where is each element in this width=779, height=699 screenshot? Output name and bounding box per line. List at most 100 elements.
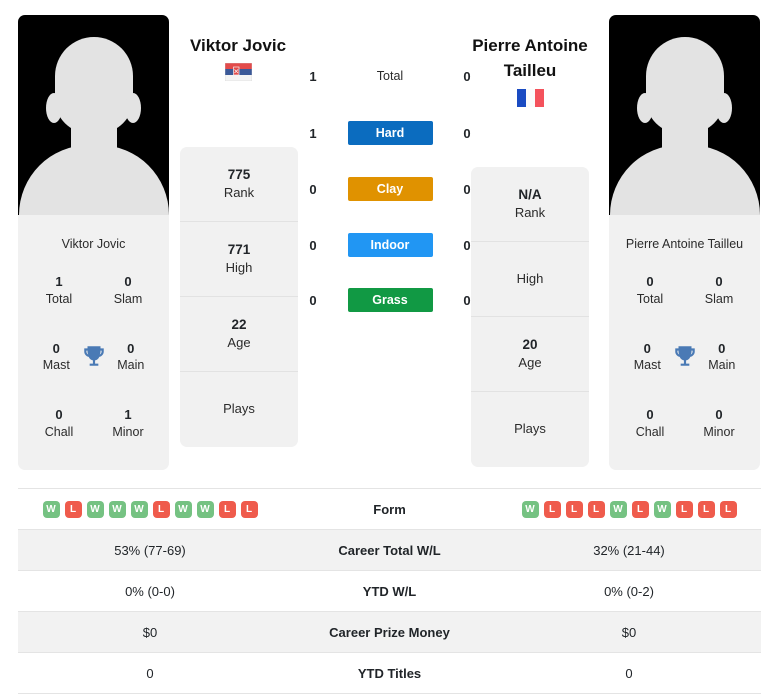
titles-row-total-slam-left: 1 Total 0 Slam bbox=[18, 273, 169, 307]
avatar-ear-left-icon bbox=[46, 93, 62, 123]
table-row: 0 YTD Titles 0 bbox=[18, 653, 761, 694]
table-row: $0 Career Prize Money $0 bbox=[18, 612, 761, 653]
form-badge-loss[interactable]: L bbox=[631, 500, 649, 518]
age-value-right: 20 bbox=[522, 337, 538, 353]
form-badge-loss[interactable]: L bbox=[719, 500, 737, 518]
form-badge-win[interactable]: W bbox=[609, 500, 627, 518]
table-row: 0% (0-0) YTD W/L 0% (0-2) bbox=[18, 571, 761, 612]
surface-bar-indoor[interactable]: Indoor bbox=[347, 233, 433, 257]
form-badge-loss[interactable]: L bbox=[64, 500, 82, 518]
stat-slam-label-left: Slam bbox=[113, 292, 143, 307]
stat-total-label-left: Total bbox=[45, 292, 73, 307]
form-badge-loss[interactable]: L bbox=[697, 500, 715, 518]
form-badge-win[interactable]: W bbox=[196, 500, 214, 518]
form-badge-win[interactable]: W bbox=[86, 500, 104, 518]
stat-total-left: 1 Total bbox=[32, 273, 86, 307]
surface-row-indoor: 0 Indoor 0 bbox=[306, 233, 474, 257]
stat-minor-right: 0 Minor bbox=[692, 406, 746, 440]
titles-row-mast-main-right: 0 Mast 0 Main bbox=[609, 340, 760, 374]
stat-slam-left: 0 Slam bbox=[101, 273, 155, 307]
form-badge-win[interactable]: W bbox=[108, 500, 126, 518]
player-photo-card-right: Pierre Antoine Tailleu 0 Total 0 Slam 0 … bbox=[609, 15, 760, 470]
surface-score-left-indoor: 0 bbox=[309, 237, 317, 253]
surface-row-hard: 1 Hard 0 bbox=[306, 121, 474, 145]
surface-score-left-grass: 0 bbox=[309, 292, 317, 308]
form-badge-loss[interactable]: L bbox=[152, 500, 170, 518]
stat-total-value-right: 0 bbox=[646, 274, 654, 290]
rank-cell-plays-right: Plays bbox=[471, 392, 589, 467]
surface-score-left-clay: 0 bbox=[309, 181, 317, 197]
player-name-right[interactable]: Pierre Antoine Tailleu bbox=[455, 34, 605, 83]
surface-bar-total: Total bbox=[376, 69, 404, 83]
stat-main-value-left: 0 bbox=[127, 340, 135, 356]
cell-right: 0% (0-2) bbox=[497, 584, 761, 599]
rank-cell-rank-left: 775 Rank bbox=[180, 147, 298, 222]
rank-cell-high-right: High bbox=[471, 242, 589, 317]
surface-score-right-indoor: 0 bbox=[463, 237, 471, 253]
player-card-name-left: Viktor Jovic bbox=[61, 237, 126, 251]
cell-value-left: 0% (0-0) bbox=[125, 583, 175, 599]
rank-label-left: Rank bbox=[223, 185, 255, 200]
form-strip-left: WLWWWLWWLL bbox=[42, 500, 258, 518]
cell-left: 53% (77-69) bbox=[18, 543, 282, 558]
stat-chall-left: 0 Chall bbox=[32, 406, 86, 440]
form-badge-loss[interactable]: L bbox=[675, 500, 693, 518]
trophy-icon bbox=[674, 346, 695, 367]
surface-score-left-hard: 1 bbox=[309, 125, 317, 141]
row-label: YTD Titles bbox=[357, 665, 422, 681]
surface-row-clay: 0 Clay 0 bbox=[306, 177, 474, 201]
stat-mast-value-right: 0 bbox=[643, 340, 651, 356]
surface-bar-grass[interactable]: Grass bbox=[347, 288, 433, 312]
player-avatar-left bbox=[18, 15, 169, 215]
stat-chall-label-right: Chall bbox=[635, 424, 665, 439]
form-badge-win[interactable]: W bbox=[42, 500, 60, 518]
row-label: Form bbox=[373, 501, 406, 517]
rank-value-right: N/A bbox=[518, 187, 542, 203]
form-badge-loss[interactable]: L bbox=[240, 500, 258, 518]
form-badge-loss[interactable]: L bbox=[587, 500, 605, 518]
surface-bar-clay[interactable]: Clay bbox=[347, 177, 433, 201]
cell-value-right: 0 bbox=[625, 665, 633, 681]
cell-value-right: 32% (21-44) bbox=[593, 542, 665, 558]
player-name-left[interactable]: Viktor Jovic bbox=[163, 34, 313, 59]
comparison-table: W L W W W L W W L L Form W L L L W L W L L L 53% (77-69) Caree… bbox=[18, 488, 761, 694]
cell-value-left: 53% (77-69) bbox=[114, 542, 186, 558]
stat-main-left: 0 Main bbox=[107, 340, 156, 374]
surface-bar-hard[interactable]: Hard bbox=[347, 121, 433, 145]
titles-row-chall-minor-left: 0 Chall 1 Minor bbox=[18, 406, 169, 440]
plays-label-left: Plays bbox=[223, 401, 255, 417]
stat-chall-value-right: 0 bbox=[646, 406, 654, 422]
stat-slam-label-right: Slam bbox=[704, 292, 734, 307]
form-badge-win[interactable]: W bbox=[653, 500, 671, 518]
surface-score-right-total: 0 bbox=[463, 68, 471, 84]
stat-chall-right: 0 Chall bbox=[623, 406, 677, 440]
avatar-ear-right-icon bbox=[716, 93, 732, 123]
form-badge-win[interactable]: W bbox=[521, 500, 539, 518]
cell-value-left: $0 bbox=[142, 624, 158, 640]
flag-wrap-right bbox=[455, 89, 605, 112]
form-badge-win[interactable]: W bbox=[174, 500, 192, 518]
player-photo-card-left: Viktor Jovic 1 Total 0 Slam 0 Mast 0 Mai… bbox=[18, 15, 169, 470]
rank-card-left: 775 Rank 771 High 22 Age Plays bbox=[180, 147, 298, 447]
stat-minor-value-left: 1 bbox=[124, 406, 132, 422]
form-badge-win[interactable]: W bbox=[130, 500, 148, 518]
form-badge-loss[interactable]: L bbox=[565, 500, 583, 518]
stat-minor-label-right: Minor bbox=[703, 424, 735, 439]
form-badge-loss[interactable]: L bbox=[543, 500, 561, 518]
stat-mast-right: 0 Mast bbox=[623, 340, 672, 374]
stat-slam-right: 0 Slam bbox=[692, 273, 746, 307]
stat-minor-left: 1 Minor bbox=[101, 406, 155, 440]
stat-total-value-left: 1 bbox=[55, 274, 63, 290]
stat-mast-value-left: 0 bbox=[52, 340, 60, 356]
cell-right: WLLLWLWLLL bbox=[497, 500, 761, 518]
plays-label-right: Plays bbox=[514, 421, 546, 437]
cell-right: 0 bbox=[497, 666, 761, 681]
form-badge-loss[interactable]: L bbox=[218, 500, 236, 518]
table-row: 53% (77-69) Career Total W/L 32% (21-44) bbox=[18, 530, 761, 571]
rank-cell-age-right: 20 Age bbox=[471, 317, 589, 392]
player-comparison-page: Viktor Jovic 1 Total 0 Slam 0 Mast 0 Mai… bbox=[0, 0, 779, 699]
cell-left: WLWWWLWWLL bbox=[18, 500, 282, 518]
stat-main-value-right: 0 bbox=[718, 340, 726, 356]
stat-main-label-right: Main bbox=[708, 358, 736, 373]
cell-right: 32% (21-44) bbox=[497, 543, 761, 558]
